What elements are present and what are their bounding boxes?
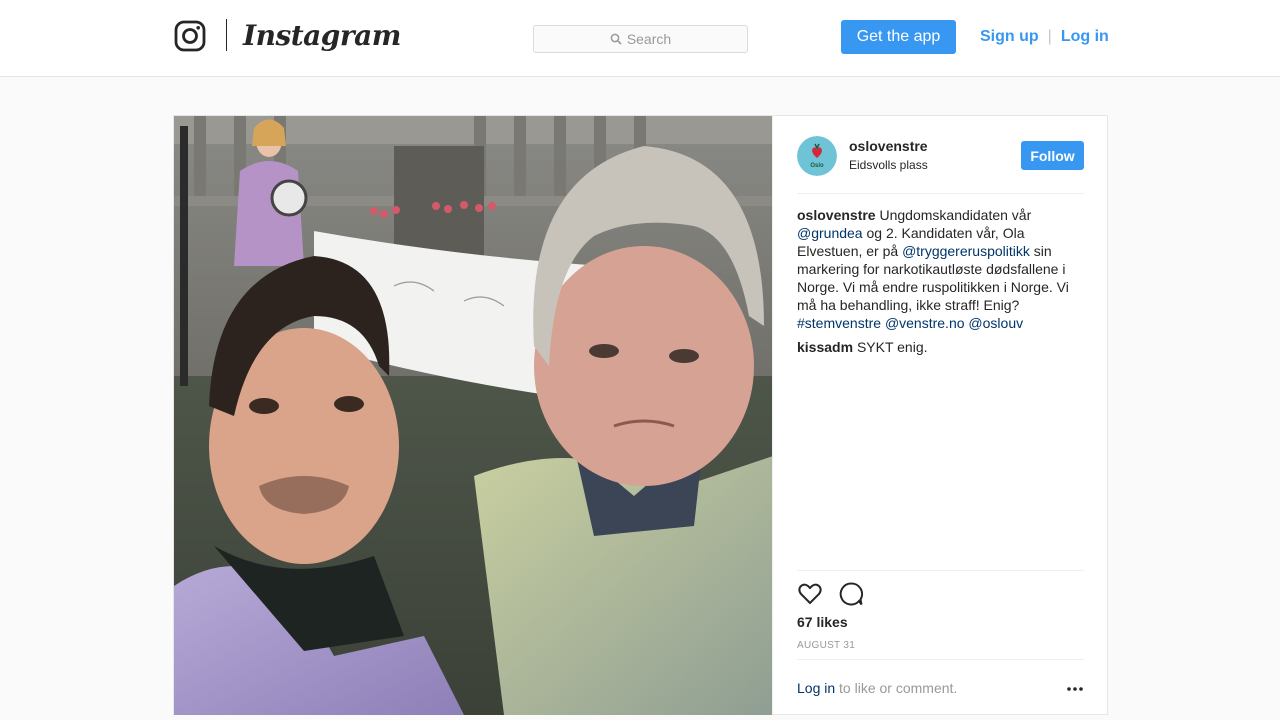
heart-icon[interactable] xyxy=(797,581,823,607)
avatar[interactable]: Oslo xyxy=(797,136,837,176)
follow-button[interactable]: Follow xyxy=(1021,141,1084,170)
caption-mention-3[interactable]: @venstre.no xyxy=(885,315,965,331)
auth-separator: | xyxy=(1047,28,1052,45)
comment-username[interactable]: kissadm xyxy=(797,339,853,355)
selfie-photo xyxy=(174,116,773,715)
comment-item: kissadm SYKT enig. xyxy=(797,338,1084,356)
logo-divider xyxy=(226,19,227,51)
login-prompt-link[interactable]: Log in xyxy=(797,680,835,696)
avatar-text: Oslo xyxy=(810,163,824,169)
post-header: Oslo oslovenstre Eidsvolls plass Follow xyxy=(797,136,1084,194)
caption-hashtag[interactable]: #stemvenstre xyxy=(797,315,881,331)
login-prompt-text: Log in to like or comment. xyxy=(797,680,957,696)
more-options-icon[interactable] xyxy=(1066,682,1084,696)
top-nav-bar: Instagram Search Get the app Sign up | L… xyxy=(0,0,1280,77)
login-prompt: Log in to like or comment. xyxy=(797,659,1084,715)
post-photo[interactable] xyxy=(174,116,773,715)
caption-mention-2[interactable]: @tryggereruspolitikk xyxy=(902,243,1030,259)
action-icons xyxy=(797,581,864,607)
caption-mention-4[interactable]: @oslouv xyxy=(968,315,1023,331)
post-card: Oslo oslovenstre Eidsvolls plass Follow … xyxy=(173,115,1108,715)
comment-icon[interactable] xyxy=(838,581,864,607)
caption: oslovenstre Ungdomskandidaten vår @grund… xyxy=(797,206,1084,332)
login-prompt-suffix: to like or comment. xyxy=(839,680,958,696)
sign-up-link[interactable]: Sign up xyxy=(980,28,1039,46)
post-sidebar: Oslo oslovenstre Eidsvolls plass Follow … xyxy=(772,116,1108,715)
log-in-link[interactable]: Log in xyxy=(1061,28,1109,46)
caption-username[interactable]: oslovenstre xyxy=(797,207,876,223)
search-placeholder: Search xyxy=(626,31,672,47)
post-date[interactable]: AUGUST 31 xyxy=(797,640,855,651)
post-author-username[interactable]: oslovenstre xyxy=(849,138,928,154)
venstre-oslo-logo-icon: Oslo xyxy=(797,136,837,176)
auth-links: Sign up | Log in xyxy=(980,26,1109,48)
post-actions: 67 likes AUGUST 31 xyxy=(797,570,1084,651)
instagram-camera-icon[interactable] xyxy=(174,20,206,52)
search-input[interactable]: Search xyxy=(533,25,748,53)
get-the-app-button[interactable]: Get the app xyxy=(841,20,956,54)
search-icon xyxy=(610,33,622,45)
caption-text-1: Ungdomskandidaten vår xyxy=(879,207,1032,223)
like-count[interactable]: 67 likes xyxy=(797,614,848,630)
comment-text: SYKT enig. xyxy=(856,339,928,355)
caption-mention-1[interactable]: @grundea xyxy=(797,225,863,241)
post-location[interactable]: Eidsvolls plass xyxy=(849,158,928,172)
instagram-wordmark[interactable]: Instagram xyxy=(243,16,401,56)
comment-list: oslovenstre Ungdomskandidaten vår @grund… xyxy=(797,206,1084,362)
